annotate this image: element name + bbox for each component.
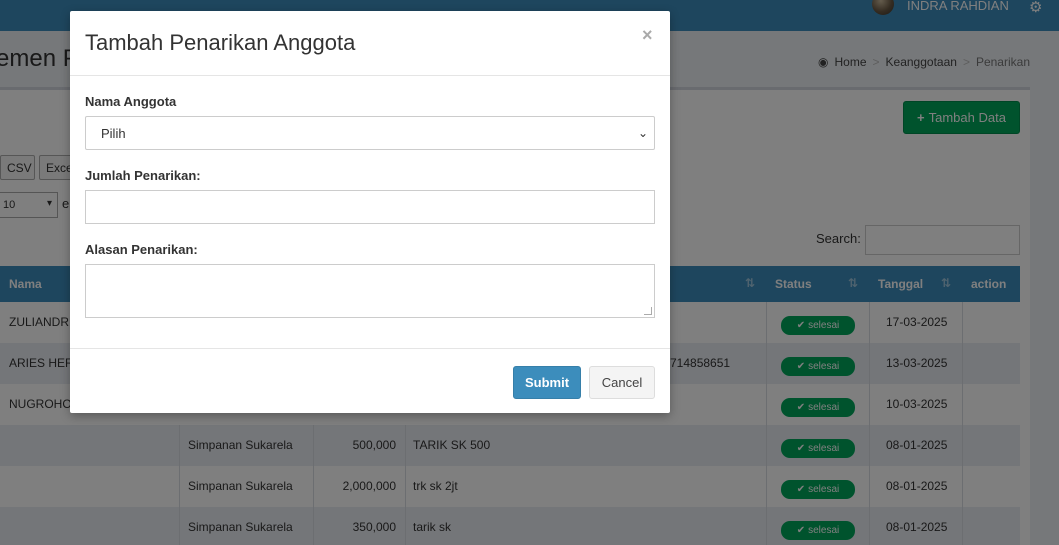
jumlah-penarikan-label: Jumlah Penarikan: — [85, 168, 201, 183]
modal-title: Tambah Penarikan Anggota — [85, 30, 356, 55]
nama-anggota-select[interactable]: Pilih ⌄ — [85, 116, 655, 150]
jumlah-penarikan-input[interactable] — [85, 190, 655, 224]
alasan-penarikan-label: Alasan Penarikan: — [85, 242, 198, 257]
modal-header: Tambah Penarikan Anggota × — [70, 11, 670, 76]
add-withdrawal-modal: Tambah Penarikan Anggota × Nama Anggota … — [70, 11, 670, 413]
alasan-penarikan-textarea[interactable] — [85, 264, 655, 318]
resize-handle[interactable] — [644, 307, 652, 315]
nama-anggota-selected: Pilih — [101, 125, 126, 141]
submit-button[interactable]: Submit — [513, 366, 581, 399]
nama-anggota-label: Nama Anggota — [85, 94, 177, 109]
close-icon[interactable]: × — [642, 25, 653, 46]
cancel-button[interactable]: Cancel — [589, 366, 655, 399]
modal-footer: Submit Cancel — [70, 348, 670, 413]
chevron-down-icon: ⌄ — [637, 126, 648, 140]
